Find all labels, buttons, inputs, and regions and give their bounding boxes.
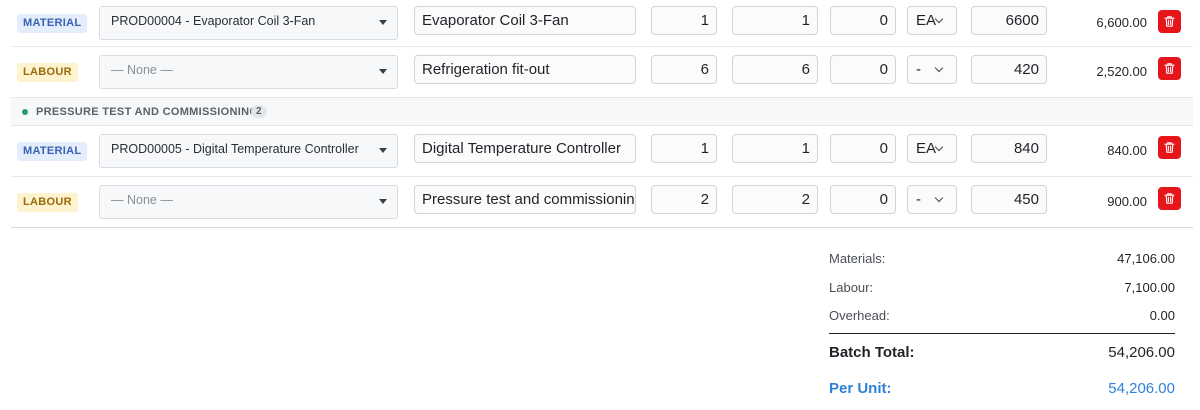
uom-value: - <box>916 191 921 208</box>
delete-row-button[interactable] <box>1158 136 1181 159</box>
description-input[interactable]: Refrigeration fit-out <box>414 55 636 84</box>
line-amount: 2,520.00 <box>1096 64 1147 79</box>
overhead-value: 0.00 <box>1149 308 1175 323</box>
product-select[interactable]: PROD00004 - Evaporator Coil 3-Fan <box>99 6 398 40</box>
line-amount: 900.00 <box>1107 194 1147 209</box>
chevron-down-icon <box>934 14 944 24</box>
rate-input[interactable]: 450 <box>971 185 1047 214</box>
quantity-input[interactable]: 2 <box>651 185 717 214</box>
trash-icon <box>1164 63 1175 74</box>
line-items-table: MATERIAL PROD00004 - Evaporator Coil 3-F… <box>11 0 1193 228</box>
wastage-input[interactable]: 0 <box>830 185 896 214</box>
description-input[interactable]: Pressure test and commissioning <box>414 185 636 214</box>
uom-select[interactable]: EA <box>907 6 957 35</box>
quantity-input[interactable]: 1 <box>651 134 717 163</box>
line-item-row: LABOUR — None — Pressure test and commis… <box>11 177 1193 228</box>
quantity-per-unit-input[interactable]: 1 <box>732 6 818 35</box>
type-badge: LABOUR <box>17 193 78 212</box>
totals-summary: Materials: 47,106.00 Labour: 7,100.00 Ov… <box>829 244 1175 406</box>
type-badge: MATERIAL <box>17 142 88 161</box>
uom-value: - <box>916 61 921 78</box>
delete-row-button[interactable] <box>1158 57 1181 80</box>
caret-down-icon <box>379 69 387 74</box>
section-header[interactable]: PRESSURE TEST AND COMMISSIONING 2 <box>11 98 1193 126</box>
chevron-down-icon <box>934 142 944 152</box>
per-unit-row: Per Unit: 54,206.00 <box>829 370 1175 406</box>
quantity-per-unit-input[interactable]: 6 <box>732 55 818 84</box>
rate-input[interactable]: 6600 <box>971 6 1047 35</box>
materials-total-row: Materials: 47,106.00 <box>829 244 1175 273</box>
chevron-down-icon <box>934 193 944 203</box>
labour-value: 7,100.00 <box>1124 279 1175 295</box>
caret-down-icon <box>379 199 387 204</box>
product-select-value: — None — <box>111 63 173 77</box>
section-count-badge: 2 <box>251 105 267 118</box>
delete-row-button[interactable] <box>1158 187 1181 210</box>
type-badge: LABOUR <box>17 63 78 82</box>
uom-value: EA <box>916 12 937 29</box>
section-title: PRESSURE TEST AND COMMISSIONING <box>36 106 259 118</box>
uom-value: EA <box>916 140 937 157</box>
overhead-total-row: Overhead: 0.00 <box>829 301 1175 330</box>
wastage-input[interactable]: 0 <box>830 6 896 35</box>
trash-icon <box>1164 16 1175 27</box>
status-dot-icon <box>22 109 28 115</box>
rate-input[interactable]: 420 <box>971 55 1047 84</box>
batch-total-value: 54,206.00 <box>1108 343 1175 361</box>
product-select[interactable]: — None — <box>99 185 398 219</box>
uom-select[interactable]: - <box>907 185 957 214</box>
labour-total-row: Labour: 7,100.00 <box>829 273 1175 302</box>
rate-input[interactable]: 840 <box>971 134 1047 163</box>
materials-value: 47,106.00 <box>1117 251 1175 266</box>
materials-label: Materials: <box>829 251 886 266</box>
description-input[interactable]: Evaporator Coil 3-Fan <box>414 6 636 35</box>
quantity-input[interactable]: 6 <box>651 55 717 84</box>
chevron-down-icon <box>934 63 944 73</box>
per-unit-label: Per Unit: <box>829 379 892 397</box>
overhead-label: Overhead: <box>829 308 890 323</box>
uom-select[interactable]: EA <box>907 134 957 163</box>
line-item-row: MATERIAL PROD00005 - Digital Temperature… <box>11 126 1193 177</box>
product-select-value: — None — <box>111 193 173 207</box>
line-amount: 840.00 <box>1107 143 1147 158</box>
line-item-row: MATERIAL PROD00004 - Evaporator Coil 3-F… <box>11 0 1193 47</box>
type-badge: MATERIAL <box>17 14 88 33</box>
wastage-input[interactable]: 0 <box>830 55 896 84</box>
delete-row-button[interactable] <box>1158 10 1181 33</box>
trash-icon <box>1164 193 1175 204</box>
description-input[interactable]: Digital Temperature Controller <box>414 134 636 163</box>
wastage-input[interactable]: 0 <box>830 134 896 163</box>
per-unit-value: 54,206.00 <box>1108 379 1175 397</box>
uom-select[interactable]: - <box>907 55 957 84</box>
product-select[interactable]: — None — <box>99 55 398 89</box>
product-select[interactable]: PROD00005 - Digital Temperature Controll… <box>99 134 398 168</box>
batch-total-row: Batch Total: 54,206.00 <box>829 334 1175 370</box>
trash-icon <box>1164 142 1175 153</box>
line-item-row: LABOUR — None — Refrigeration fit-out 6 … <box>11 47 1193 98</box>
quantity-per-unit-input[interactable]: 1 <box>732 134 818 163</box>
quantity-per-unit-input[interactable]: 2 <box>732 185 818 214</box>
caret-down-icon <box>379 148 387 153</box>
labour-label: Labour: <box>829 279 874 295</box>
line-amount: 6,600.00 <box>1096 15 1147 30</box>
caret-down-icon <box>379 20 387 25</box>
product-select-value: PROD00005 - Digital Temperature Controll… <box>111 142 359 156</box>
product-select-value: PROD00004 - Evaporator Coil 3-Fan <box>111 14 316 28</box>
batch-total-label: Batch Total: <box>829 343 915 361</box>
quantity-input[interactable]: 1 <box>651 6 717 35</box>
